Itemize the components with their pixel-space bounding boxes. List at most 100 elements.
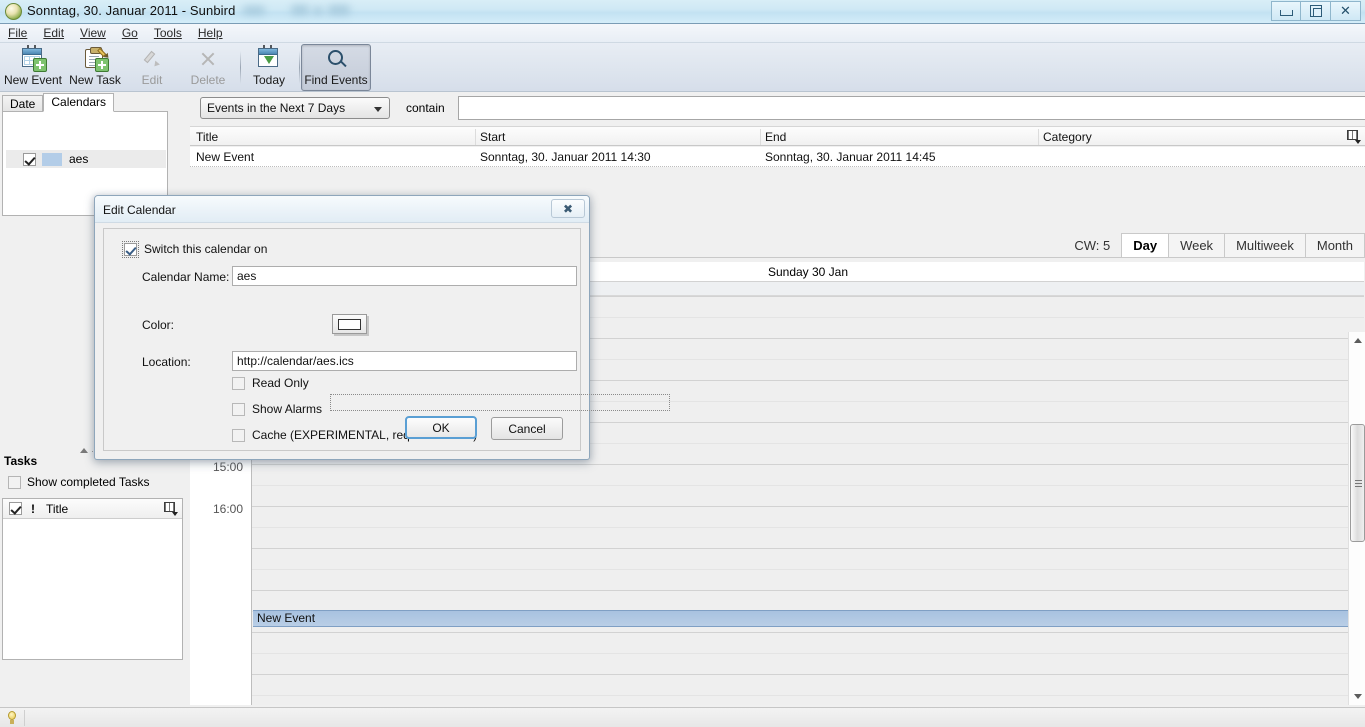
toolbar-separator-2 [299,51,300,84]
toolbar-today-button[interactable]: Today [245,45,293,90]
color-swatch [338,318,361,330]
calendar-color-swatch [42,152,62,166]
menu-go[interactable]: Go [114,25,146,41]
title-bar: Sonntag, 30. Januar 2011 - Sunbird ✕ [0,0,1365,24]
close-icon: ✕ [1340,3,1351,18]
menu-view[interactable]: View [72,25,114,41]
new-task-icon [82,47,111,72]
switch-calendar-on-row[interactable]: Switch this calendar on [122,240,268,258]
app-logo-icon [5,3,22,20]
tab-week[interactable]: Week [1168,233,1226,258]
task-list-header: ! Title [3,499,182,519]
chevron-down-icon [374,107,382,112]
menu-file[interactable]: File [0,25,35,41]
show-completed-tasks-row[interactable]: Show completed Tasks [8,475,150,489]
redacted-title-text [243,4,378,18]
color-label: Color: [142,318,175,332]
location-input[interactable] [232,351,577,371]
toolbar-delete-button[interactable]: Delete [181,45,235,90]
location-label: Location: [142,355,191,369]
day-view-scrollbar[interactable] [1348,332,1365,705]
delete-icon [195,47,221,71]
toolbar-edit-button[interactable]: Edit [130,45,174,90]
toolbar-find-events-label: Find Events [304,73,368,87]
table-row[interactable]: New Event Sonntag, 30. Januar 2011 14:30… [190,147,1365,167]
application-window: Sonntag, 30. Januar 2011 - Sunbird ✕ Fil… [0,0,1365,727]
edit-icon [139,47,165,71]
column-header-title[interactable]: Title [196,130,218,144]
column-header-end[interactable]: End [765,130,786,144]
toolbar-new-task-button[interactable]: New Task [66,45,124,90]
maximize-button[interactable] [1301,1,1331,21]
show-alarms-row[interactable]: Show Alarms [232,402,322,416]
show-alarms-checkbox[interactable] [232,402,245,416]
switch-calendar-on-checkbox[interactable] [122,240,139,258]
column-header-start[interactable]: Start [480,130,505,144]
scrollbar-thumb[interactable] [1350,424,1365,542]
read-only-label: Read Only [252,376,309,390]
column-picker-icon[interactable] [1347,130,1361,144]
splitter-grip-icon [80,448,88,453]
list-item[interactable]: aes [6,150,166,168]
calendar-name-input[interactable] [232,266,577,286]
ok-button[interactable]: OK [405,416,477,439]
cell-end: Sonntag, 30. Januar 2011 14:45 [765,150,936,164]
minimize-button[interactable] [1271,1,1301,21]
dialog-body: Switch this calendar on Calendar Name: C… [103,228,670,451]
task-complete-column-icon[interactable] [9,502,22,515]
hour-label: 16:00 [212,502,243,516]
cell-title: New Event [196,150,255,164]
edit-calendar-dialog: Edit Calendar ✖ Switch this calendar on … [94,195,670,460]
task-title-column-header[interactable]: Title [46,502,68,516]
contain-label: contain [406,101,445,115]
scroll-down-icon[interactable] [1349,688,1365,705]
calendar-name-label: Calendar Name: [142,270,230,284]
show-alarms-focus-ring [330,394,670,411]
column-header-category[interactable]: Category [1043,130,1092,144]
show-completed-tasks-checkbox[interactable] [8,475,21,489]
read-only-checkbox[interactable] [232,376,245,390]
calendar-enabled-checkbox[interactable] [23,152,36,166]
tab-month[interactable]: Month [1304,233,1365,258]
toolbar-find-events-button[interactable]: Find Events [301,44,371,91]
tab-date[interactable]: Date [2,95,44,112]
scroll-up-icon[interactable] [1349,332,1365,349]
menu-help[interactable]: Help [190,25,231,41]
toolbar-new-task-label: New Task [69,73,121,87]
find-events-icon [323,47,349,71]
menu-tools[interactable]: Tools [146,25,190,41]
search-scope-dropdown[interactable]: Events in the Next 7 Days [200,97,390,119]
task-column-picker-icon[interactable] [164,502,178,516]
dialog-title-bar: Edit Calendar ✖ [95,196,589,223]
tab-multiweek[interactable]: Multiweek [1224,233,1306,258]
cache-checkbox[interactable] [232,428,245,442]
cancel-button[interactable]: Cancel [491,417,563,440]
close-button[interactable]: ✕ [1331,1,1361,21]
find-events-bar: Events in the Next 7 Days contain ✕ [190,95,1365,123]
search-input[interactable] [458,96,1365,120]
color-picker-button[interactable] [332,314,367,334]
menu-edit[interactable]: Edit [35,25,72,41]
lightbulb-icon[interactable] [6,711,18,725]
dialog-close-button[interactable]: ✖ [551,199,585,218]
tab-calendars[interactable]: Calendars [43,93,115,112]
status-bar [0,707,1365,727]
read-only-row[interactable]: Read Only [232,376,309,390]
calendar-week-label: CW: 5 [1074,238,1111,253]
new-event-icon [20,45,47,72]
event-results-list: Title Start End Category New Event Sonnt… [190,126,1365,168]
toolbar-delete-label: Delete [190,73,226,87]
task-priority-column-icon[interactable]: ! [31,502,35,516]
toolbar-new-event-label: New Event [3,73,63,87]
tab-day[interactable]: Day [1121,233,1170,258]
event-list-header: Title Start End Category [190,126,1365,146]
tasks-heading: Tasks [4,454,38,468]
calendar-event[interactable]: New Event [253,610,1356,627]
show-alarms-label: Show Alarms [252,402,323,416]
switch-calendar-on-label: Switch this calendar on [144,242,268,256]
today-icon [256,45,282,71]
toolbar-new-event-button[interactable]: New Event [4,45,62,90]
task-list-panel: ! Title [2,498,183,660]
toolbar-today-label: Today [252,73,286,87]
dialog-title: Edit Calendar [103,203,176,217]
